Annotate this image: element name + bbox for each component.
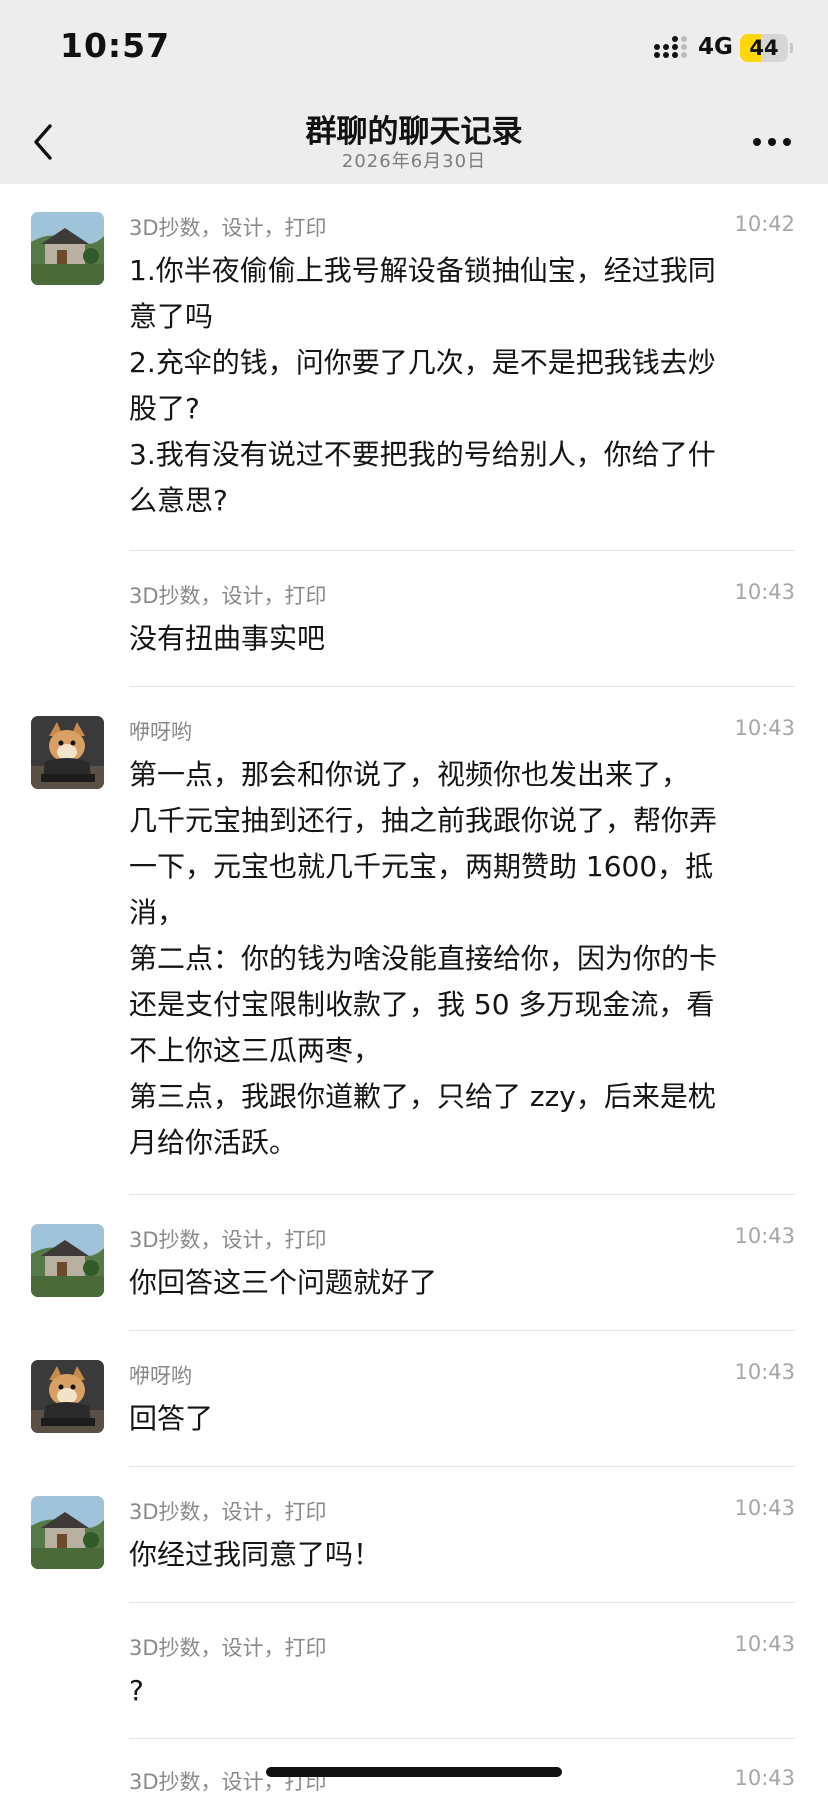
message-text: ? <box>129 1668 799 1714</box>
message-line: 还是支付宝限制收款了，我 50 多万现金流，看 <box>129 988 715 1021</box>
message-line: 几千元宝抽到还行，抽之前我跟你说了，帮你弄 <box>129 804 718 837</box>
message-time: 10:43 <box>734 580 795 604</box>
message-sender: 3D抄数，设计，打印 <box>129 584 327 608</box>
message-line: 你经过我同意了吗！ <box>129 1538 382 1571</box>
home-indicator[interactable] <box>266 1767 562 1777</box>
message-line: 月给你活跃。 <box>129 1126 298 1159</box>
message-divider <box>129 550 795 551</box>
message-line: 1.你半夜偷偷上我号解设备锁抽仙宝，经过我同 <box>129 254 716 287</box>
message-sender: 3D抄数，设计，打印 <box>129 1636 327 1660</box>
message-text: 没有扭曲事实吧 <box>129 616 799 662</box>
page-subtitle-date: 2026年6月30日 <box>341 151 487 172</box>
message-line: 意了吗 <box>129 300 214 333</box>
message-line: 没有扭曲事实吧 <box>129 622 326 655</box>
message-text: 第一点，那会和你说了，视频你也发出来了， 几千元宝抽到还行，抽之前我跟你说了，帮… <box>129 752 799 1166</box>
message-divider <box>129 1602 795 1603</box>
message-time: 10:43 <box>734 1224 795 1248</box>
page-title: 群聊的聊天记录 <box>305 114 523 150</box>
landscape-avatar <box>31 1496 104 1569</box>
message-time: 10:43 <box>734 1766 795 1790</box>
message-line: ? <box>129 1674 144 1707</box>
message-line: 消， <box>129 896 186 929</box>
battery-icon: 44 <box>740 34 788 62</box>
message-text: 1.你半夜偷偷上我号解设备锁抽仙宝，经过我同 意了吗 2.充伞的钱，问你要了几次… <box>129 248 799 524</box>
message-line: 么意思? <box>129 484 228 517</box>
landscape-avatar <box>31 212 104 285</box>
nav-bar: 群聊的聊天记录 2026年6月30日 <box>0 100 828 184</box>
status-bar: 10:57 4G 44 <box>0 0 828 100</box>
battery-cap <box>790 43 793 53</box>
message-line: 股了? <box>129 392 200 425</box>
message-line: 第三点，我跟你道歉了，只给了 zzy，后来是枕 <box>129 1080 716 1113</box>
message-sender: 咿呀哟 <box>129 1364 192 1388</box>
message-text: 你经过我同意了吗！ <box>129 1532 799 1578</box>
more-horizontal-icon[interactable] <box>752 130 792 154</box>
dog-avatar <box>31 1360 104 1433</box>
message-text: 回答了 <box>129 1396 799 1442</box>
landscape-avatar <box>31 1224 104 1297</box>
message-line: 3.我有没有说过不要把我的号给别人，你给了什 <box>129 438 716 471</box>
message-sender: 3D抄数，设计，打印 <box>129 216 327 240</box>
message-time: 10:43 <box>734 1496 795 1520</box>
message-divider <box>129 1194 795 1195</box>
status-time: 10:57 <box>60 26 171 65</box>
battery-percent: 44 <box>749 36 779 60</box>
message-divider <box>129 686 795 687</box>
message-line: 第一点，那会和你说了，视频你也发出来了， <box>129 758 690 791</box>
message-time: 10:43 <box>734 1360 795 1384</box>
message-line: 回答了 <box>129 1402 214 1435</box>
message-divider <box>129 1738 795 1739</box>
message-sender: 3D抄数，设计，打印 <box>129 1500 327 1524</box>
message-line: 一下，元宝也就几千元宝，两期赞助 1600，抵 <box>129 850 714 883</box>
message-line: 2.充伞的钱，问你要了几次，是不是把我钱去炒 <box>129 346 716 379</box>
message-divider <box>129 1466 795 1467</box>
network-type: 4G <box>698 34 733 60</box>
dog-avatar <box>31 716 104 789</box>
message-sender: 3D抄数，设计，打印 <box>129 1228 327 1252</box>
message-line: 第二点：你的钱为啥没能直接给你，因为你的卡 <box>129 942 718 975</box>
message-time: 10:43 <box>734 1632 795 1656</box>
message-sender: 咿呀哟 <box>129 720 192 744</box>
message-time: 10:42 <box>734 212 795 236</box>
signal-strength-icon <box>654 36 687 58</box>
message-line: 你回答这三个问题就好了 <box>129 1266 438 1299</box>
message-line: 不上你这三瓜两枣， <box>129 1034 382 1067</box>
message-divider <box>129 1330 795 1331</box>
message-text: 你回答这三个问题就好了 <box>129 1260 799 1306</box>
message-time: 10:43 <box>734 716 795 740</box>
